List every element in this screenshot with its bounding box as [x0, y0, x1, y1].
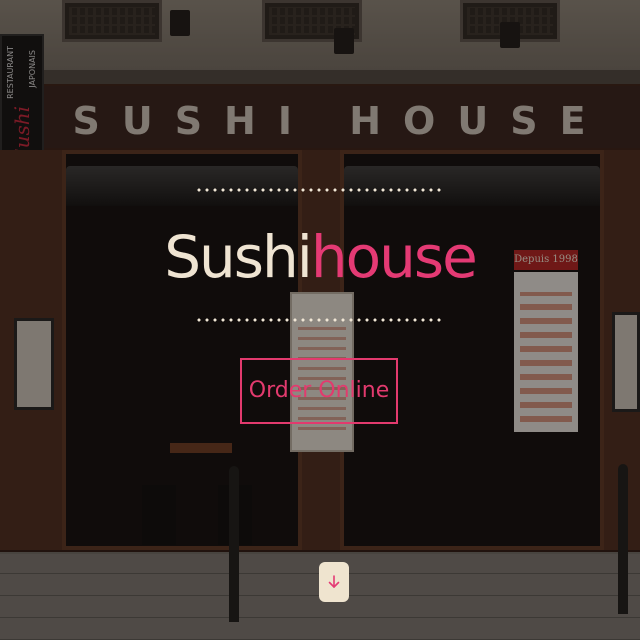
hero-title-sushi: Sushi [164, 223, 313, 291]
hero-title: Sushihouse [150, 222, 490, 292]
dotted-divider-bottom [195, 318, 445, 322]
dotted-divider-top [195, 188, 445, 192]
arrow-down-icon [328, 575, 340, 588]
scroll-down-button[interactable] [319, 562, 349, 602]
order-online-button[interactable]: Order Online [240, 358, 398, 424]
hero-title-house: house [310, 223, 478, 291]
